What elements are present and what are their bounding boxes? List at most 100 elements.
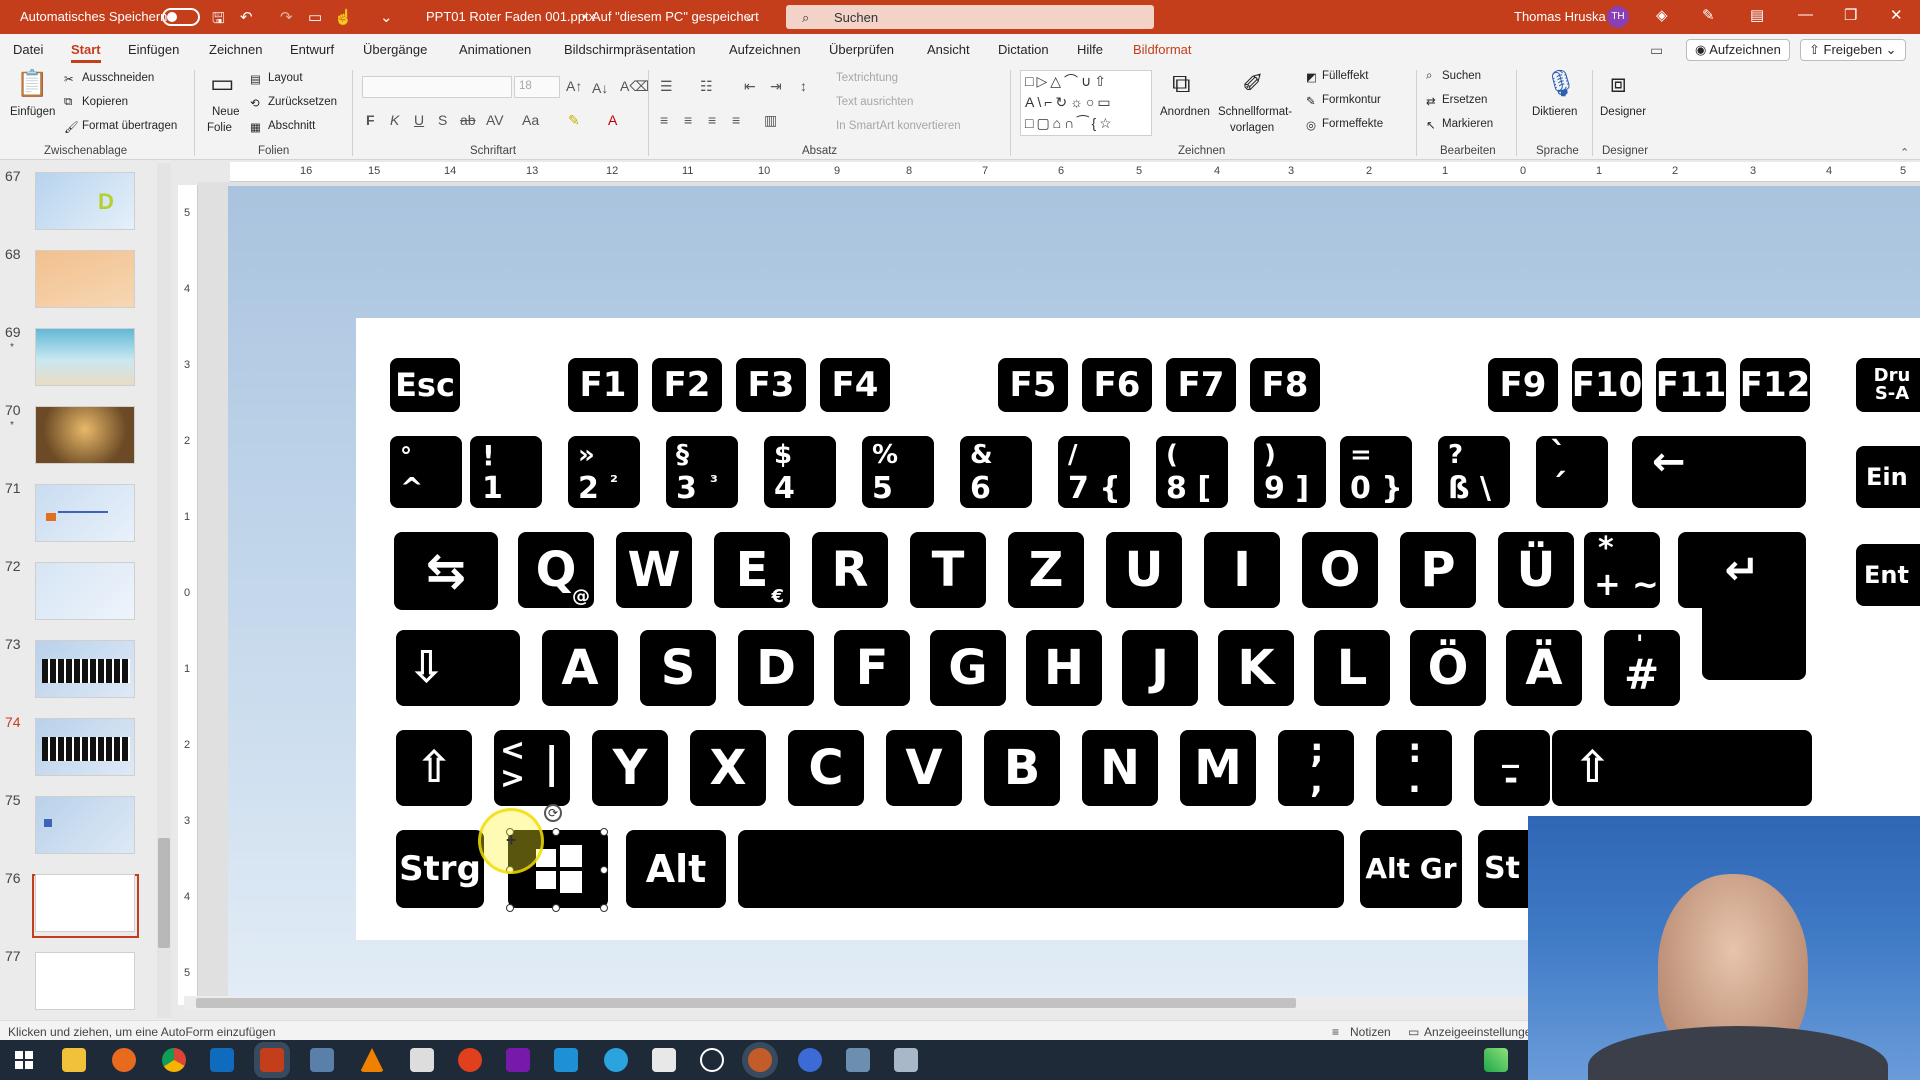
- recording-app-icon[interactable]: [748, 1048, 772, 1072]
- section-button[interactable]: Abschnitt: [268, 120, 315, 132]
- snipping-icon[interactable]: [310, 1048, 334, 1072]
- paste-button[interactable]: Einfügen: [10, 106, 55, 118]
- bullets-icon[interactable]: ☰: [660, 78, 673, 95]
- font-color-icon[interactable]: A: [608, 112, 617, 128]
- align-right-icon[interactable]: ≡: [708, 112, 716, 128]
- quick-styles-label-2[interactable]: vorlagen: [1230, 122, 1274, 134]
- tab-entwurf[interactable]: Entwurf: [290, 42, 334, 57]
- slide-thumbnail[interactable]: [35, 406, 135, 464]
- numbering-icon[interactable]: ☷: [700, 78, 713, 95]
- arrange-icon[interactable]: ⧉: [1172, 68, 1191, 100]
- slide-thumbnail[interactable]: [35, 952, 135, 1010]
- powerpoint-icon[interactable]: [260, 1048, 284, 1072]
- resize-handle[interactable]: [552, 904, 560, 912]
- notes-button[interactable]: Notizen: [1350, 1025, 1391, 1039]
- new-slide-label-2[interactable]: Folie: [207, 122, 232, 134]
- restore-icon[interactable]: ❐: [1844, 6, 1857, 24]
- microphone-icon[interactable]: 🎙: [1544, 68, 1577, 99]
- strikethrough-icon[interactable]: ab: [460, 112, 476, 128]
- shapes-gallery[interactable]: □▷△⌒∪⇧ A\⌐↻☼○▭ □▢⌂∩⁀{☆: [1020, 70, 1152, 136]
- tab-dictation[interactable]: Dictation: [998, 42, 1049, 57]
- arrange-button[interactable]: Anordnen: [1160, 106, 1210, 118]
- notes-icon[interactable]: ≡: [1332, 1025, 1339, 1039]
- copy-button[interactable]: Kopieren: [82, 96, 128, 108]
- underline-icon[interactable]: U: [414, 112, 424, 128]
- acrobat-icon[interactable]: [652, 1048, 676, 1072]
- customize-qat-icon[interactable]: ⌄: [380, 8, 393, 26]
- designer-button[interactable]: Designer: [1600, 106, 1646, 118]
- effects-icon[interactable]: ◎: [1306, 118, 1316, 132]
- new-slide-label-1[interactable]: Neue: [212, 106, 240, 118]
- find-icon[interactable]: ⌕: [1426, 70, 1432, 83]
- ribbon-display-icon[interactable]: ▤: [1750, 6, 1764, 24]
- decrease-indent-icon[interactable]: ⇤: [744, 78, 756, 95]
- font-family-combo[interactable]: [362, 76, 512, 98]
- rotate-handle-icon[interactable]: ⟳: [544, 804, 562, 822]
- format-painter-icon[interactable]: 🖌: [64, 120, 79, 134]
- font-size-combo[interactable]: 18: [514, 76, 560, 98]
- resize-handle[interactable]: [600, 866, 608, 874]
- section-icon[interactable]: ▦: [250, 120, 261, 134]
- resize-handle[interactable]: [506, 904, 514, 912]
- avatar[interactable]: TH: [1607, 6, 1629, 28]
- chrome-icon[interactable]: [162, 1048, 186, 1072]
- comments-icon[interactable]: ▭: [1650, 42, 1663, 59]
- present-icon[interactable]: ▭: [308, 8, 322, 26]
- record-button[interactable]: ◉ Aufzeichnen: [1686, 39, 1790, 61]
- tab-uebergaenge[interactable]: Übergänge: [363, 42, 427, 57]
- cut-icon[interactable]: ✂: [64, 72, 74, 86]
- resize-handle[interactable]: [552, 828, 560, 836]
- layout-icon[interactable]: ▤: [250, 72, 261, 86]
- slide-thumbnail[interactable]: [35, 328, 135, 386]
- tab-ueberpruefen[interactable]: Überprüfen: [829, 42, 894, 57]
- outlook-icon[interactable]: [210, 1048, 234, 1072]
- select-icon[interactable]: ↖: [1426, 118, 1436, 132]
- pen-icon[interactable]: ✎: [1702, 6, 1715, 24]
- vcheck-icon[interactable]: [554, 1048, 578, 1072]
- reset-button[interactable]: Zurücksetzen: [268, 96, 337, 108]
- search-box[interactable]: ⌕ Suchen: [786, 5, 1154, 29]
- share-button[interactable]: ⇧ Freigeben ⌄: [1800, 39, 1906, 61]
- reset-icon[interactable]: ⟲: [250, 96, 260, 110]
- file-explorer-icon[interactable]: [62, 1048, 86, 1072]
- replace-button[interactable]: Ersetzen: [1442, 94, 1487, 106]
- layout-button[interactable]: Layout: [268, 72, 303, 84]
- app-red-icon[interactable]: [458, 1048, 482, 1072]
- paste-icon[interactable]: 📋: [16, 68, 48, 99]
- slide-thumbnail[interactable]: [35, 640, 135, 698]
- display-settings-button[interactable]: Anzeigeeinstellunge: [1424, 1025, 1531, 1039]
- user-name[interactable]: Thomas Hruska: [1514, 9, 1606, 24]
- slide-thumbnail[interactable]: D: [35, 172, 135, 230]
- touch-mode-icon[interactable]: ☝: [334, 8, 353, 26]
- justify-icon[interactable]: ≡: [732, 112, 740, 128]
- undo-icon[interactable]: ↶: [240, 8, 253, 26]
- diamond-icon[interactable]: ◈: [1656, 6, 1668, 24]
- cut-button[interactable]: Ausschneiden: [82, 72, 154, 84]
- copy-icon[interactable]: ⧉: [64, 96, 72, 109]
- telegram-icon[interactable]: [604, 1048, 628, 1072]
- obs-icon[interactable]: [700, 1048, 724, 1072]
- align-center-icon[interactable]: ≡: [684, 112, 692, 128]
- effects-button[interactable]: Formeffekte: [1322, 118, 1383, 130]
- tab-ansicht[interactable]: Ansicht: [927, 42, 970, 57]
- resize-handle[interactable]: [600, 828, 608, 836]
- clear-format-icon[interactable]: A⌫: [620, 78, 649, 95]
- replace-icon[interactable]: ⇄: [1426, 94, 1436, 108]
- tab-einfuegen[interactable]: Einfügen: [128, 42, 179, 57]
- autosave-toggle[interactable]: [162, 8, 200, 26]
- increase-indent-icon[interactable]: ⇥: [770, 78, 782, 95]
- close-icon[interactable]: ✕: [1890, 6, 1903, 24]
- text-direction-button[interactable]: Textrichtung: [836, 72, 898, 84]
- italic-icon[interactable]: K: [390, 112, 399, 128]
- redo-icon[interactable]: ↷: [280, 8, 293, 26]
- tab-hilfe[interactable]: Hilfe: [1077, 42, 1103, 57]
- tab-datei[interactable]: Datei: [13, 42, 43, 57]
- app-window-icon[interactable]: [894, 1048, 918, 1072]
- outline-icon[interactable]: ✎: [1306, 94, 1316, 108]
- bold-icon[interactable]: F: [366, 112, 375, 128]
- vlc-icon[interactable]: [360, 1048, 384, 1072]
- new-slide-icon[interactable]: ▭: [210, 68, 235, 99]
- highlight-icon[interactable]: ✎: [568, 112, 580, 129]
- columns-icon[interactable]: ▥: [764, 112, 777, 129]
- change-case-icon[interactable]: Aa: [522, 112, 539, 128]
